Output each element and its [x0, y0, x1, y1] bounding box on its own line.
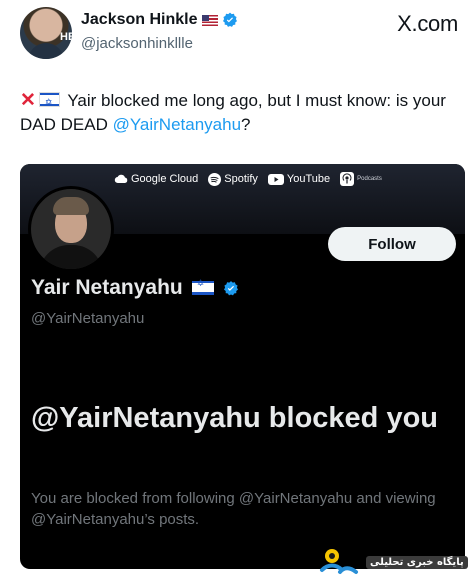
sponsor-label: YouTube — [286, 173, 331, 185]
profile-name-text: Yair Netanyahu — [31, 276, 183, 299]
tweet-mention-link[interactable]: @YairNetanyahu — [113, 115, 241, 134]
avatar-shirt — [28, 43, 64, 59]
youtube-icon — [267, 173, 284, 185]
profile-handle: @YairNetanyahu — [31, 310, 145, 327]
us-flag-icon — [201, 14, 218, 26]
cross-mark-icon: ✕ — [20, 90, 36, 111]
author-name[interactable]: Jackson Hinkle — [81, 11, 238, 29]
embedded-profile-screenshot: Google Cloud Spotify YouTube Podcasts Fo… — [20, 164, 465, 569]
israel-flag-icon — [38, 91, 60, 115]
sponsor-youtube: YouTube — [267, 173, 331, 185]
profile-avatar[interactable] — [28, 186, 114, 272]
podcasts-icon — [340, 172, 355, 186]
sponsor-google-cloud: Google Cloud — [114, 173, 198, 185]
avatar-body — [39, 245, 103, 269]
sponsor-podcasts: Podcasts — [340, 172, 382, 186]
cloud-icon — [114, 174, 128, 184]
tweet-text: ✕ Yair blocked me long ago, but I must k… — [20, 89, 460, 137]
sponsor-label: Spotify — [224, 173, 258, 185]
sponsor-label: Podcasts — [357, 176, 382, 182]
x-logo-icon[interactable]: X.com — [397, 11, 458, 37]
follow-button[interactable]: Follow — [328, 227, 456, 261]
profile-name: Yair Netanyahu — [31, 276, 239, 300]
avatar-tag: HB — [60, 31, 72, 43]
author-handle[interactable]: @jacksonhinkllle — [81, 35, 193, 52]
author-avatar[interactable]: HB — [20, 7, 72, 59]
site-watermark: پایگاه خبری تحلیلی — [318, 544, 468, 580]
sponsor-spotify: Spotify — [208, 172, 258, 186]
watermark-text: پایگاه خبری تحلیلی — [366, 555, 468, 569]
sponsor-label: Google Cloud — [131, 173, 199, 185]
israel-flag-icon — [191, 279, 214, 295]
blocked-title: @YairNetanyahu blocked you — [31, 402, 439, 434]
author-name-text: Jackson Hinkle — [81, 11, 198, 28]
spotify-icon — [208, 172, 222, 186]
watermark-logo-icon — [320, 549, 358, 574]
tweet-text-part2: ? — [241, 115, 251, 134]
sponsor-logos: Google Cloud Spotify YouTube Podcasts — [114, 172, 382, 186]
verified-badge-icon — [223, 280, 239, 296]
avatar-hair — [53, 197, 89, 215]
verified-badge-icon — [222, 12, 238, 28]
blocked-description: You are blocked from following @YairNeta… — [31, 490, 436, 528]
tweet-header: HB Jackson Hinkle @jacksonhinkllle X.com — [0, 0, 475, 75]
